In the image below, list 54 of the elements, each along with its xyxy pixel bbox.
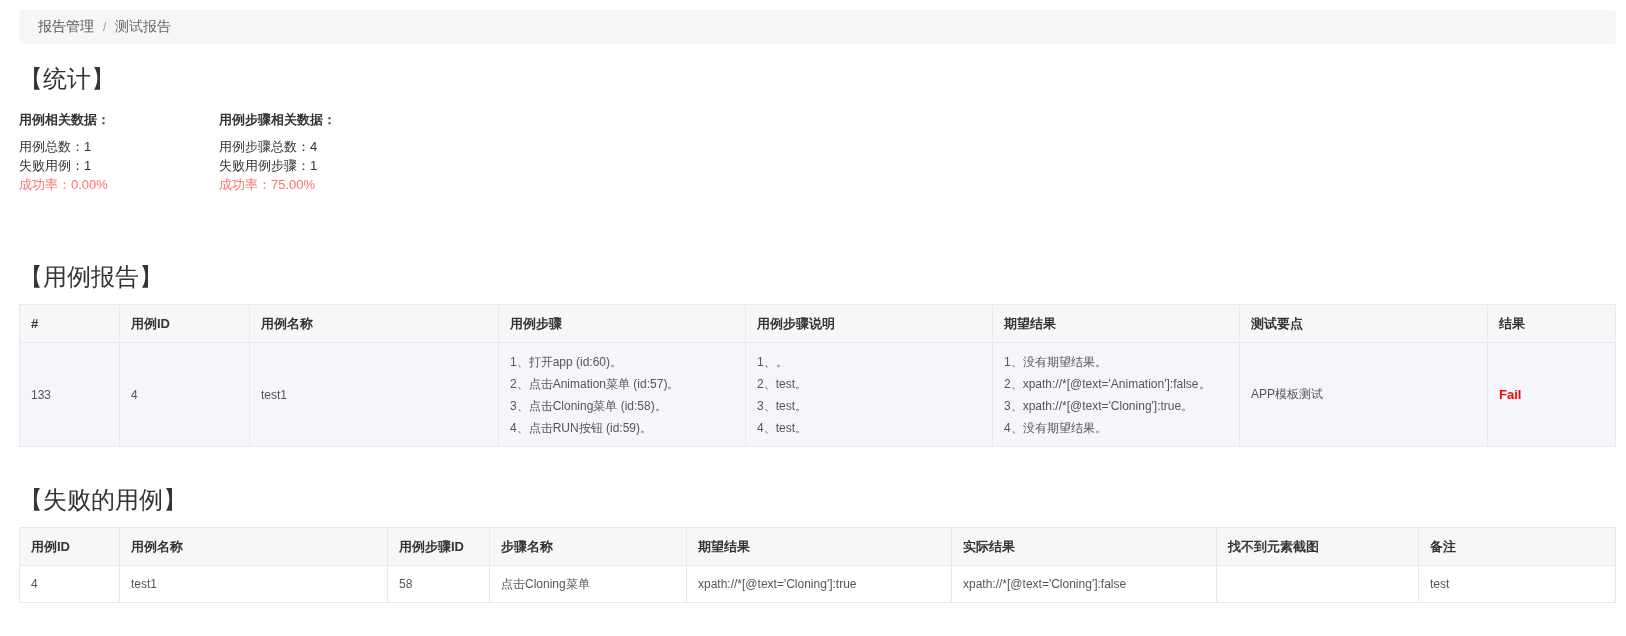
stats-line: 用例总数：1 <box>19 138 93 156</box>
column-header: 用例ID <box>19 527 120 566</box>
stats-heading: 用例步骤相关数据： <box>219 111 337 129</box>
column-header: 用例步骤说明 <box>745 304 993 343</box>
cell-line: 2、点击Animation菜单 (id:57)。 <box>510 375 681 393</box>
cell-line: 1、。 <box>757 353 789 371</box>
cell-line: 4、test。 <box>757 419 808 437</box>
stats-line: 用例步骤总数：4 <box>219 138 319 156</box>
cell-line: 2、test。 <box>757 375 808 393</box>
column-header: 测试要点 <box>1239 304 1488 343</box>
table-cell: 133 <box>19 342 120 447</box>
table-cell: xpath://*[@text='Cloning']:false <box>951 565 1217 603</box>
breadcrumb-item: 测试报告 <box>115 18 172 36</box>
cell-line: 4、点击RUN按钮 (id:59)。 <box>510 419 654 437</box>
table-cell: xpath://*[@text='Cloning']:true <box>686 565 952 603</box>
table-cell: 4 <box>119 342 250 447</box>
section-title: 【统计】 <box>19 64 116 94</box>
breadcrumb-separator: / <box>103 20 107 34</box>
section-title: 【失败的用例】 <box>19 485 188 515</box>
column-header: 期望结果 <box>686 527 952 566</box>
column-header: 步骤名称 <box>489 527 687 566</box>
column-header: 用例ID <box>119 304 250 343</box>
column-header: 用例名称 <box>119 527 388 566</box>
table-cell: test1 <box>119 565 388 603</box>
table-cell: 58 <box>387 565 490 603</box>
success-rate: 成功率：75.00% <box>219 176 317 194</box>
table-cell: 4 <box>19 565 120 603</box>
cell-line: 3、test。 <box>757 397 808 415</box>
table-cell: APP模板测试 <box>1239 342 1488 447</box>
stats-line: 失败用例步骤：1 <box>219 157 319 175</box>
result-cell: Fail <box>1487 342 1616 447</box>
cell-line: 1、打开app (id:60)。 <box>510 353 624 371</box>
column-header: 找不到元素截图 <box>1216 527 1419 566</box>
section-title: 【用例报告】 <box>19 262 164 292</box>
table-cell: test <box>1418 565 1616 603</box>
cell-line: 1、没有期望结果。 <box>1004 353 1108 371</box>
cell-line: 2、xpath://*[@text='Animation']:false。 <box>1004 375 1212 393</box>
column-header: 结果 <box>1487 304 1616 343</box>
column-header: 备注 <box>1418 527 1616 566</box>
column-header: 用例步骤 <box>498 304 746 343</box>
breadcrumb-item[interactable]: 报告管理 <box>38 18 94 36</box>
success-rate: 成功率：0.00% <box>19 176 109 194</box>
column-header: 实际结果 <box>951 527 1217 566</box>
cell-line: 4、没有期望结果。 <box>1004 419 1108 437</box>
table-cell: test1 <box>249 342 499 447</box>
table-cell: 点击Cloning菜单 <box>489 565 687 603</box>
cell-line: 3、点击Cloning菜单 (id:58)。 <box>510 397 668 415</box>
column-header: 用例名称 <box>249 304 499 343</box>
cell-line: 3、xpath://*[@text='Cloning']:true。 <box>1004 397 1195 415</box>
column-header: 期望结果 <box>992 304 1240 343</box>
column-header: 用例步骤ID <box>387 527 490 566</box>
column-header: # <box>19 304 120 343</box>
stats-heading: 用例相关数据： <box>19 111 111 129</box>
stats-line: 失败用例：1 <box>19 157 93 175</box>
